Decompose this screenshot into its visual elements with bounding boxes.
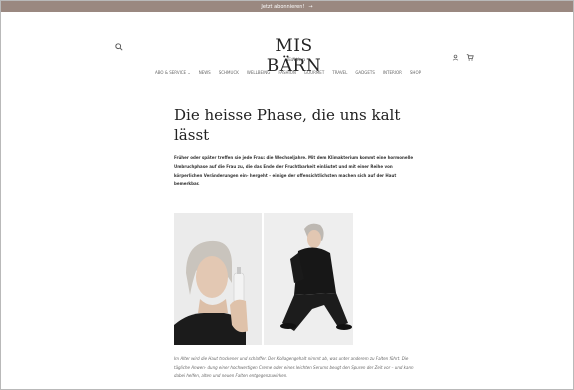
nav-item-gadgets[interactable]: GADGETS <box>355 70 375 75</box>
nav-item-wellbeing[interactable]: WELLBEING <box>247 70 270 75</box>
nav-item-gourmet[interactable]: GOURMET <box>304 70 324 75</box>
announcement-text[interactable]: Jetzt abonnieren! <box>261 4 304 10</box>
nav-item-travel[interactable]: TRAVEL <box>332 70 347 75</box>
announcement-bar[interactable]: Jetzt abonnieren! → <box>1 1 573 12</box>
nav-item-fashion[interactable]: FASHION <box>278 70 296 75</box>
article-intro: Früher oder später treffen sie jede Frau… <box>174 155 414 187</box>
nav-item-shop[interactable]: SHOP <box>410 70 421 75</box>
article-title: Die heisse Phase, die uns kalt lässt <box>174 106 401 144</box>
nav-item-news[interactable]: NEWS <box>199 70 211 75</box>
logo-sub: Edition <box>286 57 306 63</box>
article-image-woman-suit <box>264 213 353 345</box>
page: Jetzt abonnieren! → MIS BÄRN Edition ABO… <box>0 0 574 390</box>
article-image-woman-serum <box>174 213 262 345</box>
arrow-right-icon: → <box>308 3 313 10</box>
site-header: MIS BÄRN Edition <box>1 12 573 76</box>
user-icon[interactable] <box>452 54 459 63</box>
main-nav: ABO & SERVICE ⌄ NEWS SCHMUCK WELLBEING F… <box>1 70 573 75</box>
nav-item-schmuck[interactable]: SCHMUCK <box>219 70 239 75</box>
nav-item-abo-service[interactable]: ABO & SERVICE ⌄ <box>155 70 191 75</box>
image-caption: Im Alter wird die Haut trockener und sch… <box>174 356 414 379</box>
cart-icon[interactable] <box>466 53 474 63</box>
nav-item-interior[interactable]: INTERIOR <box>383 70 402 75</box>
search-icon[interactable] <box>115 43 125 53</box>
